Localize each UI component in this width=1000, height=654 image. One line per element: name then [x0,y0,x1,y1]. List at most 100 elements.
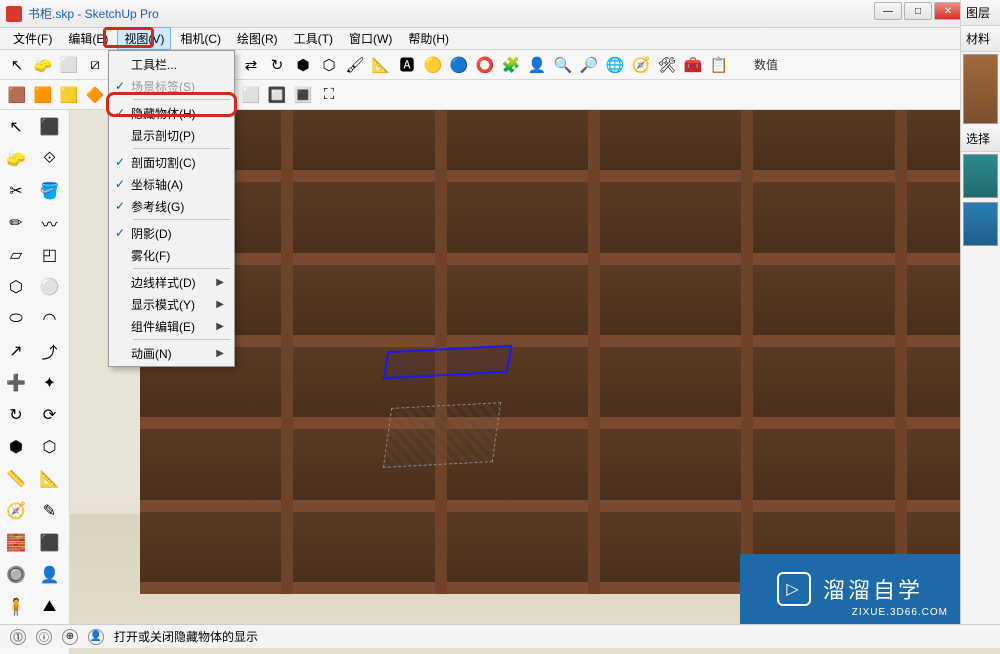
toolbar2-btn-12[interactable]: ⛶ [318,84,340,106]
toolbar1-btn-27[interactable]: 📋 [708,54,730,76]
menu-item-显示剖切[interactable]: 显示剖切(P) [109,124,234,146]
material-swatch-teal[interactable] [963,154,998,198]
toolbar2-btn-2[interactable]: 🟨 [58,84,80,106]
menu-item-工具栏...[interactable]: 工具栏... [109,53,234,75]
toolbar2-btn-3[interactable]: 🔶 [84,84,106,106]
toolbar2-btn-9[interactable]: ⬜ [240,84,262,106]
toolbar2-btn-0[interactable]: 🟫 [6,84,28,106]
menu-相机[interactable]: 相机(C) [173,27,228,50]
toolbar1-btn-25[interactable]: 🛠 [656,54,678,76]
palette-tool-30[interactable]: 🧍 [2,594,30,620]
status-icon-3[interactable]: ⊕ [62,629,78,645]
palette-tool-4[interactable]: ✂ [2,178,30,204]
palette-tool-21[interactable]: ⬡ [36,434,64,460]
toolbar2-btn-1[interactable]: 🟧 [32,84,54,106]
maximize-button[interactable]: □ [904,2,932,20]
palette-tool-8[interactable]: ▱ [2,242,30,268]
status-icon-4[interactable]: 👤 [88,629,104,645]
palette-tool-11[interactable]: ⚪ [36,274,64,300]
toolbar1-btn-12[interactable]: ⬡ [318,54,340,76]
toolbar1-btn-13[interactable]: 🖌 [344,54,366,76]
menu-item-边线样式[interactable]: 边线样式(D)▶ [109,271,234,293]
toolbar1-btn-21[interactable]: 🔍 [552,54,574,76]
menu-item-动画[interactable]: 动画(N)▶ [109,342,234,364]
status-icon-1[interactable]: ⓵ [10,629,26,645]
menu-item-label: 隐藏物体(H) [131,105,224,122]
menu-item-剖面切割[interactable]: ✓剖面切割(C) [109,151,234,173]
menu-item-隐藏物体[interactable]: ✓隐藏物体(H) [109,102,234,124]
menubar: 文件(F)编辑(E)视图(V)相机(C)绘图(R)工具(T)窗口(W)帮助(H) [0,28,1000,50]
toolbar1-btn-2[interactable]: ⬜ [58,54,80,76]
palette-tool-16[interactable]: ➕ [2,370,30,396]
palette-tool-15[interactable]: ⤴ [36,338,64,364]
palette-tool-12[interactable]: ⬭ [2,306,30,332]
toolbar1-btn-17[interactable]: 🔵 [448,54,470,76]
minimize-button[interactable]: — [874,2,902,20]
palette-tool-5[interactable]: 🪣 [36,178,64,204]
toolbar2-btn-11[interactable]: 🔳 [292,84,314,106]
toolbar1-btn-22[interactable]: 🔎 [578,54,600,76]
toolbar1-btn-0[interactable]: ↖ [6,54,28,76]
select-panel-header[interactable]: 选择 [961,126,1000,152]
toolbar1-btn-15[interactable]: 🅰 [396,54,418,76]
menu-绘图[interactable]: 绘图(R) [230,27,285,50]
palette-tool-9[interactable]: ◰ [36,242,64,268]
toolbar1-btn-18[interactable]: ⭕ [474,54,496,76]
menu-窗口[interactable]: 窗口(W) [342,27,399,50]
toolbar1-btn-16[interactable]: 🟡 [422,54,444,76]
palette-tool-2[interactable]: 🧽 [2,146,30,172]
menu-item-显示模式[interactable]: 显示模式(Y)▶ [109,293,234,315]
palette-tool-17[interactable]: ✦ [36,370,64,396]
toolbar1-btn-1[interactable]: 🧽 [32,54,54,76]
menu-item-坐标轴[interactable]: ✓坐标轴(A) [109,173,234,195]
palette-tool-26[interactable]: 🧱 [2,530,30,556]
palette-tool-10[interactable]: ⬡ [2,274,30,300]
toolbar1-btn-23[interactable]: 🌐 [604,54,626,76]
menu-item-阴影[interactable]: ✓阴影(D) [109,222,234,244]
menu-item-参考线[interactable]: ✓参考线(G) [109,195,234,217]
toolbar2-btn-10[interactable]: 🔲 [266,84,288,106]
menu-帮助[interactable]: 帮助(H) [401,27,456,50]
toolbar1-btn-11[interactable]: ⬢ [292,54,314,76]
palette-tool-28[interactable]: 🔘 [2,562,30,588]
palette-tool-1[interactable]: ⬛ [36,114,64,140]
toolbar1-btn-26[interactable]: 🧰 [682,54,704,76]
toolbar1-btn-9[interactable]: ⇄ [240,54,262,76]
palette-tool-18[interactable]: ↻ [2,402,30,428]
value-label: 数值 [754,56,778,73]
palette-tool-29[interactable]: 👤 [36,562,64,588]
toolbar1-btn-14[interactable]: 📐 [370,54,392,76]
palette-tool-7[interactable]: 〰 [36,210,64,236]
palette-tool-3[interactable]: ⟐ [36,146,64,172]
menu-文件[interactable]: 文件(F) [6,27,59,50]
palette-tool-27[interactable]: ⬛ [36,530,64,556]
palette-tool-25[interactable]: ✎ [36,498,64,524]
palette-tool-19[interactable]: ⟳ [36,402,64,428]
menu-工具[interactable]: 工具(T) [287,27,340,50]
menu-item-雾化[interactable]: 雾化(F) [109,244,234,266]
palette-tool-22[interactable]: 📏 [2,466,30,492]
material-swatch-wood[interactable] [963,54,998,124]
material-swatch-blue[interactable] [963,202,998,246]
toolbar1-btn-19[interactable]: 🧩 [500,54,522,76]
palette-tool-23[interactable]: 📐 [36,466,64,492]
palette-tool-6[interactable]: ✏ [2,210,30,236]
menu-编辑[interactable]: 编辑(E) [61,27,115,50]
palette-tool-13[interactable]: ◠ [36,306,64,332]
toolbar1-btn-20[interactable]: 👤 [526,54,548,76]
toolbar1-btn-10[interactable]: ↻ [266,54,288,76]
menu-item-组件编辑[interactable]: 组件编辑(E)▶ [109,315,234,337]
palette-tool-0[interactable]: ↖ [2,114,30,140]
palette-tool-31[interactable]: ⛰ [36,594,64,620]
toolbar1-btn-24[interactable]: 🧭 [630,54,652,76]
toolbar1-btn-3[interactable]: ⧄ [84,54,106,76]
palette-tool-20[interactable]: ⬢ [2,434,30,460]
status-icon-2[interactable]: ⓘ [36,629,52,645]
menu-item-label: 工具栏... [131,56,224,73]
menu-视图[interactable]: 视图(V) [117,27,171,50]
layers-panel-header[interactable]: 图层 [961,0,1000,26]
palette-tool-24[interactable]: 🧭 [2,498,30,524]
palette-tool-14[interactable]: ↗ [2,338,30,364]
close-button[interactable]: ✕ [934,2,962,20]
materials-panel-header[interactable]: 材料 [961,26,1000,52]
